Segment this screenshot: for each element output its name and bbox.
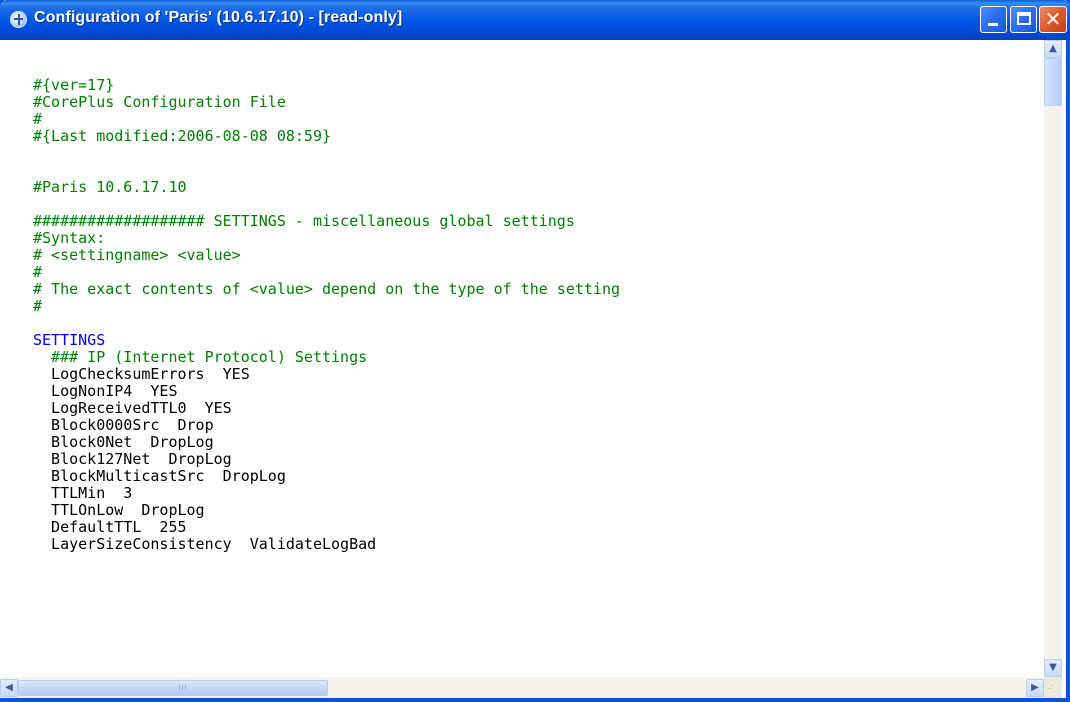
config-line: # [33, 110, 43, 128]
resize-grip-icon: .: [1048, 682, 1054, 691]
config-line: #CorePlus Configuration File [33, 93, 286, 111]
scroll-grip-icon: III [178, 684, 188, 692]
chevron-down-icon: ▼ [1049, 662, 1057, 673]
window-title: Configuration of 'Paris' (10.6.17.10) - … [34, 9, 403, 26]
config-text: #{ver=17} #CorePlus Configuration File # #{… [33, 60, 620, 553]
config-line [33, 315, 620, 332]
config-line [33, 60, 620, 77]
config-line: #Syntax: [33, 229, 106, 247]
config-line: ################### SETTINGS - miscellan… [33, 212, 575, 230]
config-text-area[interactable]: #{ver=17} #CorePlus Configuration File # #{… [18, 40, 1044, 677]
chevron-right-icon: ▶ [1031, 682, 1039, 693]
config-line: LayerSizeConsistency ValidateLogBad [33, 535, 377, 553]
chevron-up-icon: ▲ [1049, 43, 1057, 54]
config-line: BlockMulticastSrc DropLog [33, 467, 286, 485]
vertical-scrollbar[interactable]: ▲ ▼ [1044, 40, 1062, 677]
config-line [33, 196, 620, 213]
config-line: Block0000Src Drop [33, 416, 214, 434]
config-line: ### IP (Internet Protocol) Settings [33, 348, 368, 366]
scroll-left-button[interactable]: ◀ [0, 679, 18, 697]
chevron-left-icon: ◀ [5, 682, 13, 693]
config-line [33, 145, 620, 162]
config-line: DefaultTTL 255 [33, 518, 187, 536]
horizontal-scroll-thumb[interactable]: III [18, 680, 328, 696]
scroll-up-button[interactable]: ▲ [1044, 40, 1062, 58]
scroll-down-button[interactable]: ▼ [1044, 659, 1062, 677]
editor-gutter [0, 40, 19, 677]
config-line: # <settingname> <value> [33, 246, 241, 264]
close-button[interactable]: ✕ [1039, 6, 1067, 33]
scroll-right-button[interactable]: ▶ [1026, 679, 1044, 697]
config-line: Block127Net DropLog [33, 450, 232, 468]
config-line: #{ver=17} [33, 76, 115, 94]
config-line: #Paris 10.6.17.10 [33, 178, 187, 196]
config-line: LogChecksumErrors YES [33, 365, 250, 383]
maximize-icon [1017, 12, 1031, 25]
config-line: #{Last modified:2006-08-08 08:59} [33, 127, 332, 145]
close-icon: ✕ [1044, 7, 1062, 31]
config-line: TTLMin 3 [33, 484, 133, 502]
config-line: LogReceivedTTL0 YES [33, 399, 232, 417]
minimize-button[interactable] [980, 6, 1007, 33]
config-line: # [33, 297, 43, 315]
minimize-icon [988, 23, 998, 26]
vertical-scroll-thumb[interactable] [1044, 58, 1062, 106]
maximize-button[interactable] [1010, 6, 1037, 33]
app-globe-icon [10, 11, 27, 28]
title-bar[interactable]: Configuration of 'Paris' (10.6.17.10) - … [0, 0, 1070, 40]
config-line: SETTINGS [33, 331, 106, 349]
config-line: # [33, 263, 43, 281]
config-line [33, 162, 620, 179]
config-line: TTLOnLow DropLog [33, 501, 205, 519]
config-line: # The exact contents of <value> depend o… [33, 280, 620, 298]
config-line: Block0Net DropLog [33, 433, 214, 451]
resize-grip[interactable]: .: [1044, 677, 1062, 698]
config-line: LogNonIP4 YES [33, 382, 178, 400]
